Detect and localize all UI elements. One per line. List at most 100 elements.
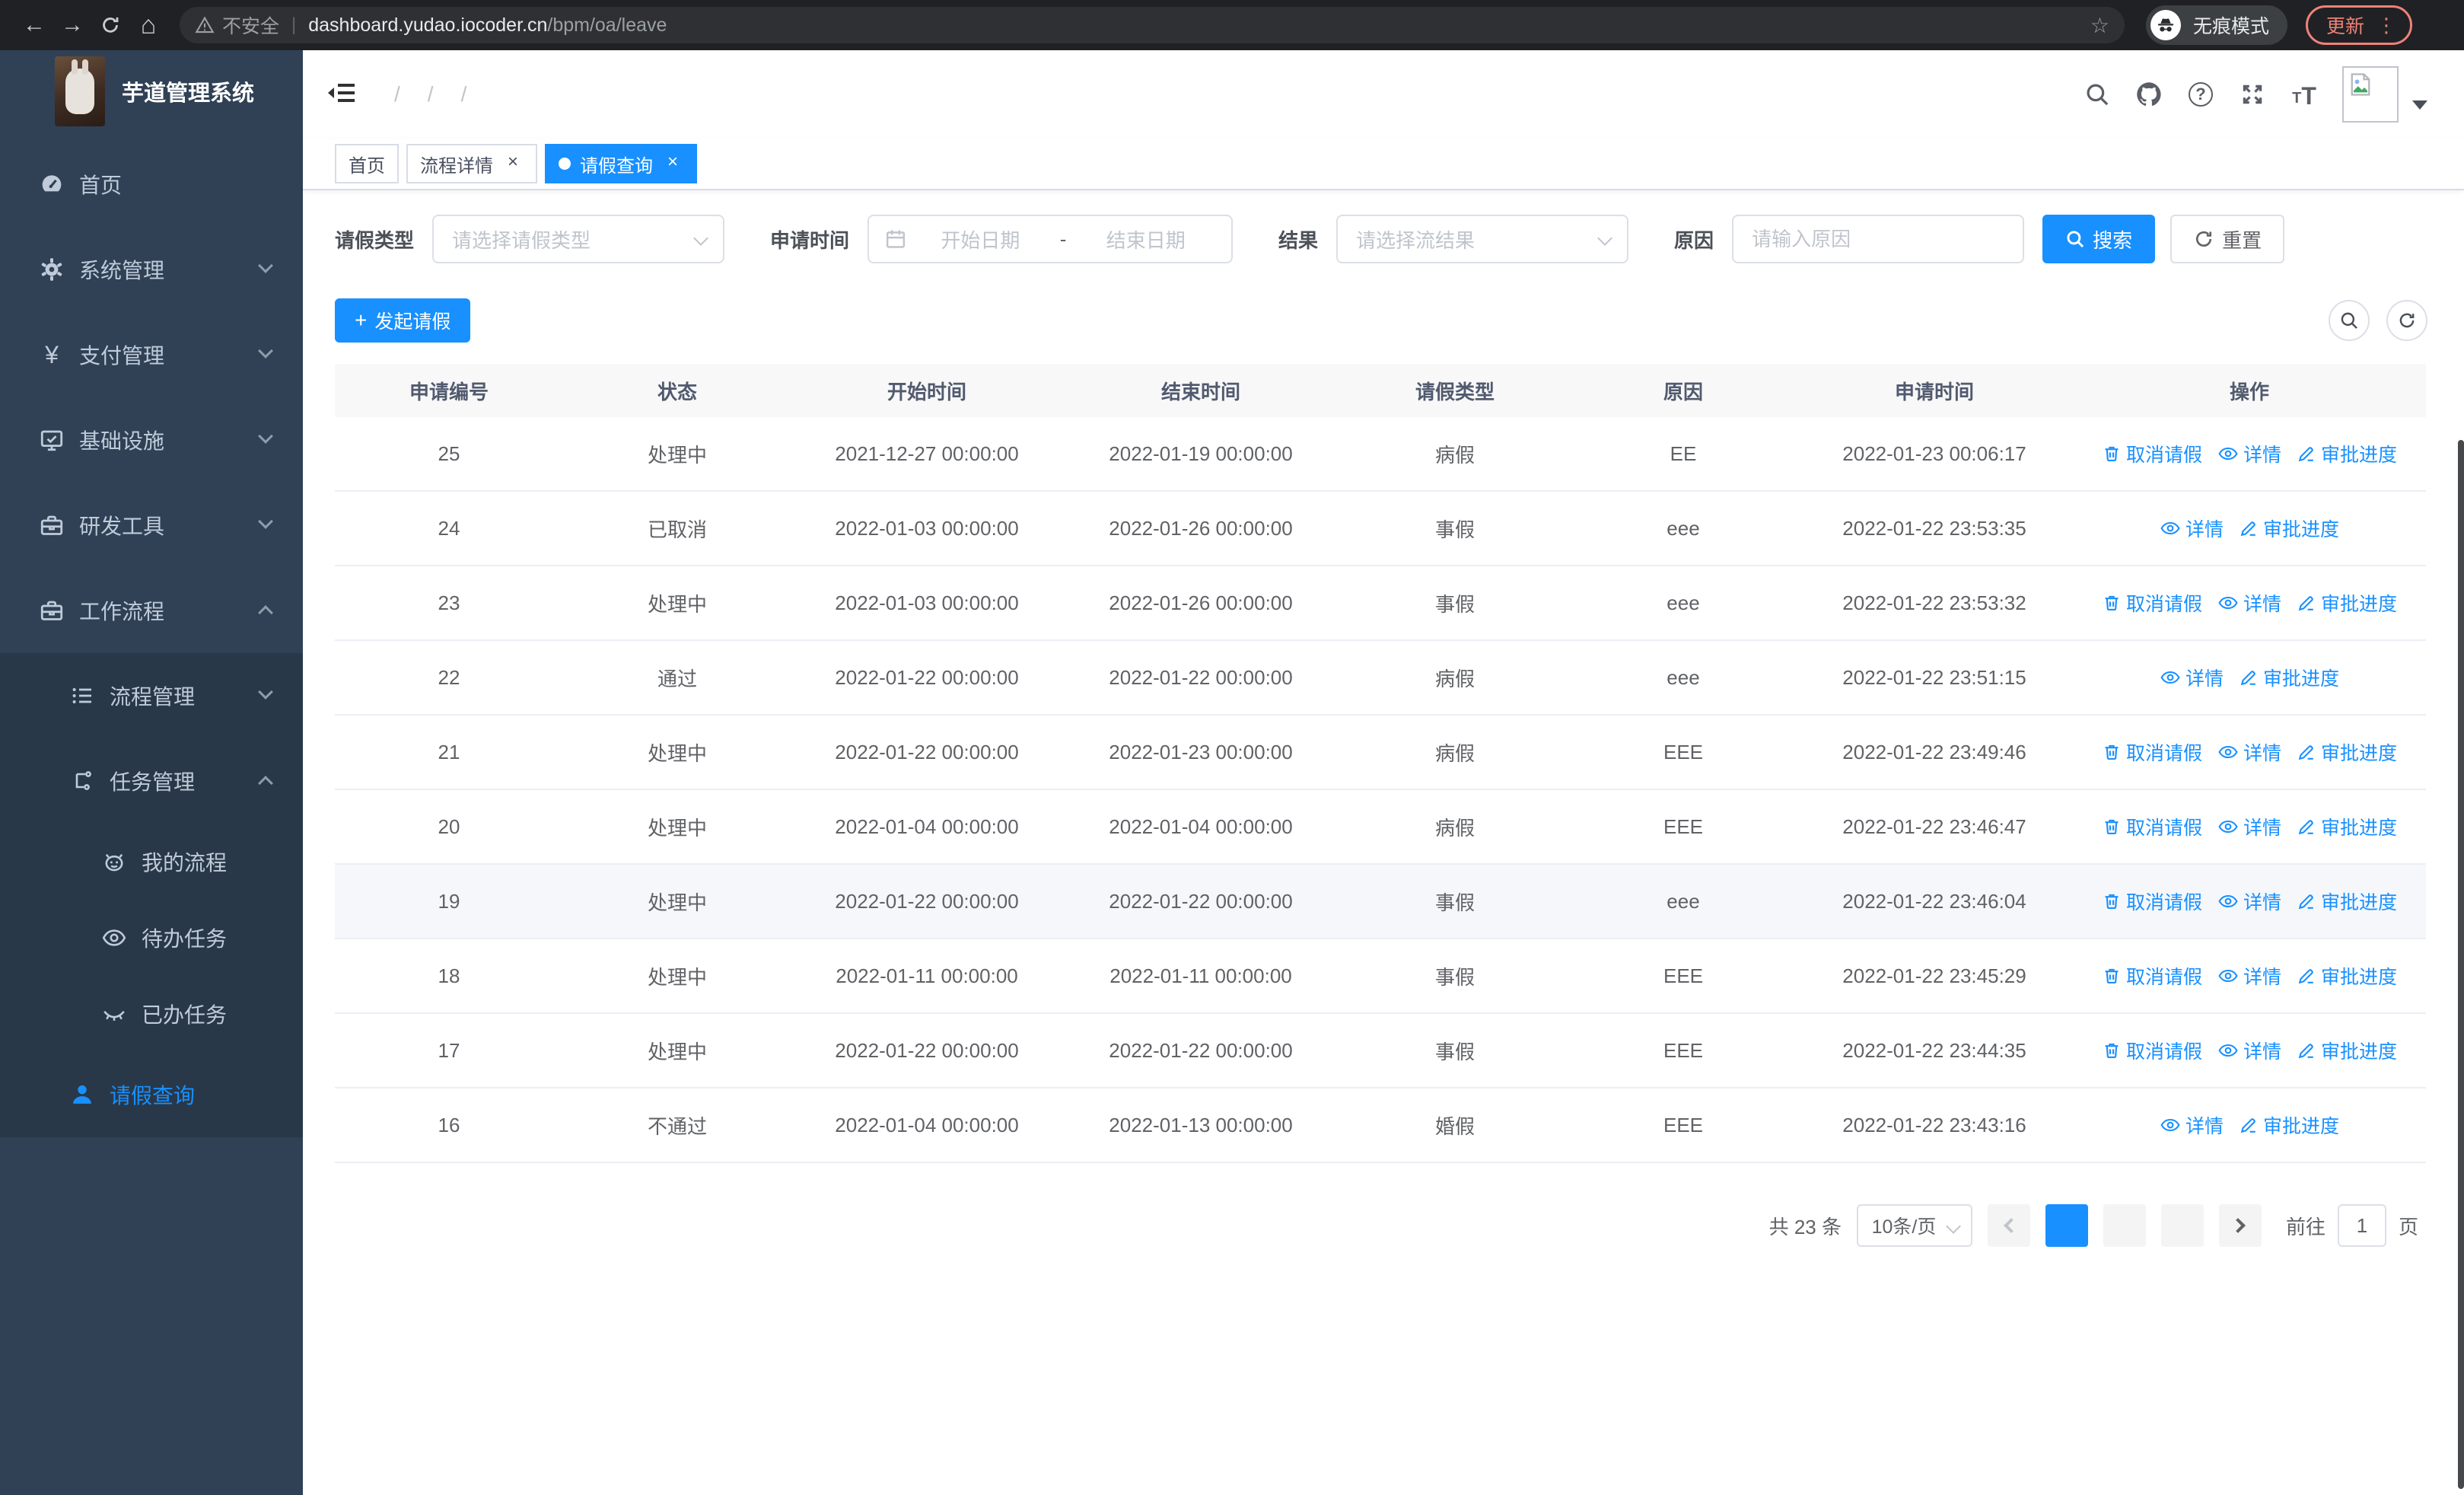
sidebar-item[interactable]: 待办任务 [0,900,303,976]
breadcrumb-separator: / [427,82,434,106]
sidebar-item[interactable]: 任务管理 [0,738,303,824]
apply-time-range-picker[interactable]: 开始日期 - 结束日期 [867,215,1234,263]
detail-link[interactable]: 详情 [2217,589,2281,617]
detail-link[interactable]: 详情 [2217,962,2281,990]
page-number-button[interactable] [2103,1204,2146,1247]
cell-actions: 详情 审批进度 [2073,515,2426,542]
table-row[interactable]: 17 处理中 2022-01-22 00:00:00 2022-01-22 00… [335,1014,2426,1089]
cell-end-time: 2022-01-26 00:00:00 [1109,516,1293,540]
monitor-icon [38,426,65,454]
progress-link[interactable]: 审批进度 [2297,1037,2397,1064]
goto-page-input[interactable] [2337,1204,2386,1247]
avatar[interactable] [2342,66,2399,123]
home-icon[interactable]: ⌂ [129,11,167,40]
cancel-link[interactable]: 取消请假 [2102,962,2202,990]
cell-leave-type: 婚假 [1434,1114,1475,1138]
collapse-sidebar-icon[interactable] [326,79,356,110]
font-size-icon[interactable]: TT [2291,81,2318,108]
progress-link[interactable]: 审批进度 [2297,589,2397,617]
cancel-link[interactable]: 取消请假 [2102,1037,2202,1064]
detail-link[interactable]: 详情 [2217,1037,2281,1064]
reload-icon[interactable] [91,14,129,37]
github-icon[interactable] [2135,81,2163,108]
table-row[interactable]: 23 处理中 2022-01-03 00:00:00 2022-01-26 00… [335,566,2426,641]
avatar-caret-down-icon[interactable] [2412,100,2427,110]
tags-view: 首页 × 流程详情 × 请假查询 × [303,139,2464,190]
forward-icon[interactable]: → [53,12,91,38]
cancel-link[interactable]: 取消请假 [2102,589,2202,617]
sidebar-item[interactable]: 首页 [0,142,303,227]
sidebar-item[interactable]: 已办任务 [0,976,303,1052]
not-secure-label: 不安全 [222,16,280,37]
table-row[interactable]: 24 已取消 2022-01-03 00:00:00 2022-01-26 00… [335,492,2426,566]
page-number-button[interactable] [2160,1204,2204,1247]
header-search-icon[interactable] [2084,81,2111,108]
cancel-link[interactable]: 取消请假 [2102,440,2202,467]
refresh-table-button[interactable] [2386,300,2427,341]
result-select[interactable]: 请选择流结果 [1336,215,1629,263]
browser-update-button[interactable]: 更新 ⋮ [2306,5,2413,45]
fullscreen-icon[interactable] [2239,81,2266,108]
tab-请假查询[interactable]: 请假查询 × [545,144,697,183]
address-bar[interactable]: 不安全 | dashboard.yudao.iocoder.cn /bpm/oa… [180,7,2125,43]
cell-leave-type: 病假 [1434,741,1475,765]
bookmark-star-icon[interactable]: ☆ [2090,13,2109,38]
prev-page-button[interactable] [1987,1204,2030,1247]
detail-link[interactable]: 详情 [2160,515,2224,542]
cancel-link[interactable]: 取消请假 [2102,888,2202,915]
table-row[interactable]: 19 处理中 2022-01-22 00:00:00 2022-01-22 00… [335,865,2426,939]
help-icon[interactable]: ? [2187,81,2214,108]
cancel-link[interactable]: 取消请假 [2102,738,2202,766]
reason-input[interactable] [1732,215,2025,263]
progress-link[interactable]: 审批进度 [2239,1111,2339,1139]
sidebar-item[interactable]: 基础设施 [0,397,303,483]
detail-link[interactable]: 详情 [2217,738,2281,766]
sidebar-item[interactable]: 流程管理 [0,653,303,738]
detail-link[interactable]: 详情 [2217,440,2281,467]
detail-link[interactable]: 详情 [2217,813,2281,840]
reset-button[interactable]: 重置 [2170,215,2285,263]
table-row[interactable]: 21 处理中 2022-01-22 00:00:00 2022-01-23 00… [335,716,2426,790]
table-row[interactable]: 22 通过 2022-01-22 00:00:00 2022-01-22 00:… [335,641,2426,716]
sidebar-item[interactable]: 我的流程 [0,824,303,900]
progress-link[interactable]: 审批进度 [2239,515,2339,542]
progress-link[interactable]: 审批进度 [2297,813,2397,840]
cell-start-time: 2021-12-27 00:00:00 [835,441,1019,465]
progress-link[interactable]: 审批进度 [2297,440,2397,467]
progress-link[interactable]: 审批进度 [2297,738,2397,766]
detail-link[interactable]: 详情 [2160,1111,2224,1139]
tab-流程详情[interactable]: 流程详情 × [406,144,537,183]
sidebar-item[interactable]: 研发工具 [0,483,303,568]
search-button[interactable]: 搜索 [2042,215,2156,263]
cell-status: 处理中 [647,443,707,467]
leave-type-select[interactable]: 请选择请假类型 [432,215,725,263]
cancel-link[interactable]: 取消请假 [2102,813,2202,840]
sidebar-item[interactable]: 工作流程 [0,568,303,653]
sidebar-item[interactable]: ¥ 支付管理 [0,312,303,397]
back-icon[interactable]: ← [15,12,53,38]
progress-link[interactable]: 审批进度 [2239,664,2339,691]
detail-link[interactable]: 详情 [2160,664,2224,691]
table-row[interactable]: 18 处理中 2022-01-11 00:00:00 2022-01-11 00… [335,939,2426,1014]
tab-首页[interactable]: 首页 × [335,144,399,183]
table-row[interactable]: 16 不通过 2022-01-04 00:00:00 2022-01-13 00… [335,1089,2426,1163]
create-leave-button[interactable]: + 发起请假 [335,298,471,343]
apply-time-label: 申请时间 [770,228,850,252]
tab-close-icon[interactable]: × [502,153,524,174]
pagination: 共 23 条 10条/页 前往 页 [335,1204,2418,1247]
browser-menu-icon[interactable]: ⋮ [2376,14,2396,37]
tab-close-icon[interactable]: × [662,153,683,174]
sidebar-item[interactable]: 请假查询 [0,1052,303,1137]
page-size-select[interactable]: 10条/页 [1856,1204,1972,1247]
sidebar-item[interactable]: 系统管理 [0,227,303,312]
next-page-button[interactable] [2218,1204,2262,1247]
detail-link[interactable]: 详情 [2217,888,2281,915]
progress-link[interactable]: 审批进度 [2297,962,2397,990]
table-row[interactable]: 20 处理中 2022-01-04 00:00:00 2022-01-04 00… [335,790,2426,865]
progress-link[interactable]: 审批进度 [2297,888,2397,915]
page-number-button[interactable] [2045,1204,2088,1247]
page-scrollbar[interactable] [2458,440,2464,1489]
table-row[interactable]: 25 处理中 2021-12-27 00:00:00 2022-01-19 00… [335,417,2426,492]
toggle-search-button[interactable] [2329,300,2370,341]
app-logo[interactable]: 芋道管理系统 [0,50,303,132]
